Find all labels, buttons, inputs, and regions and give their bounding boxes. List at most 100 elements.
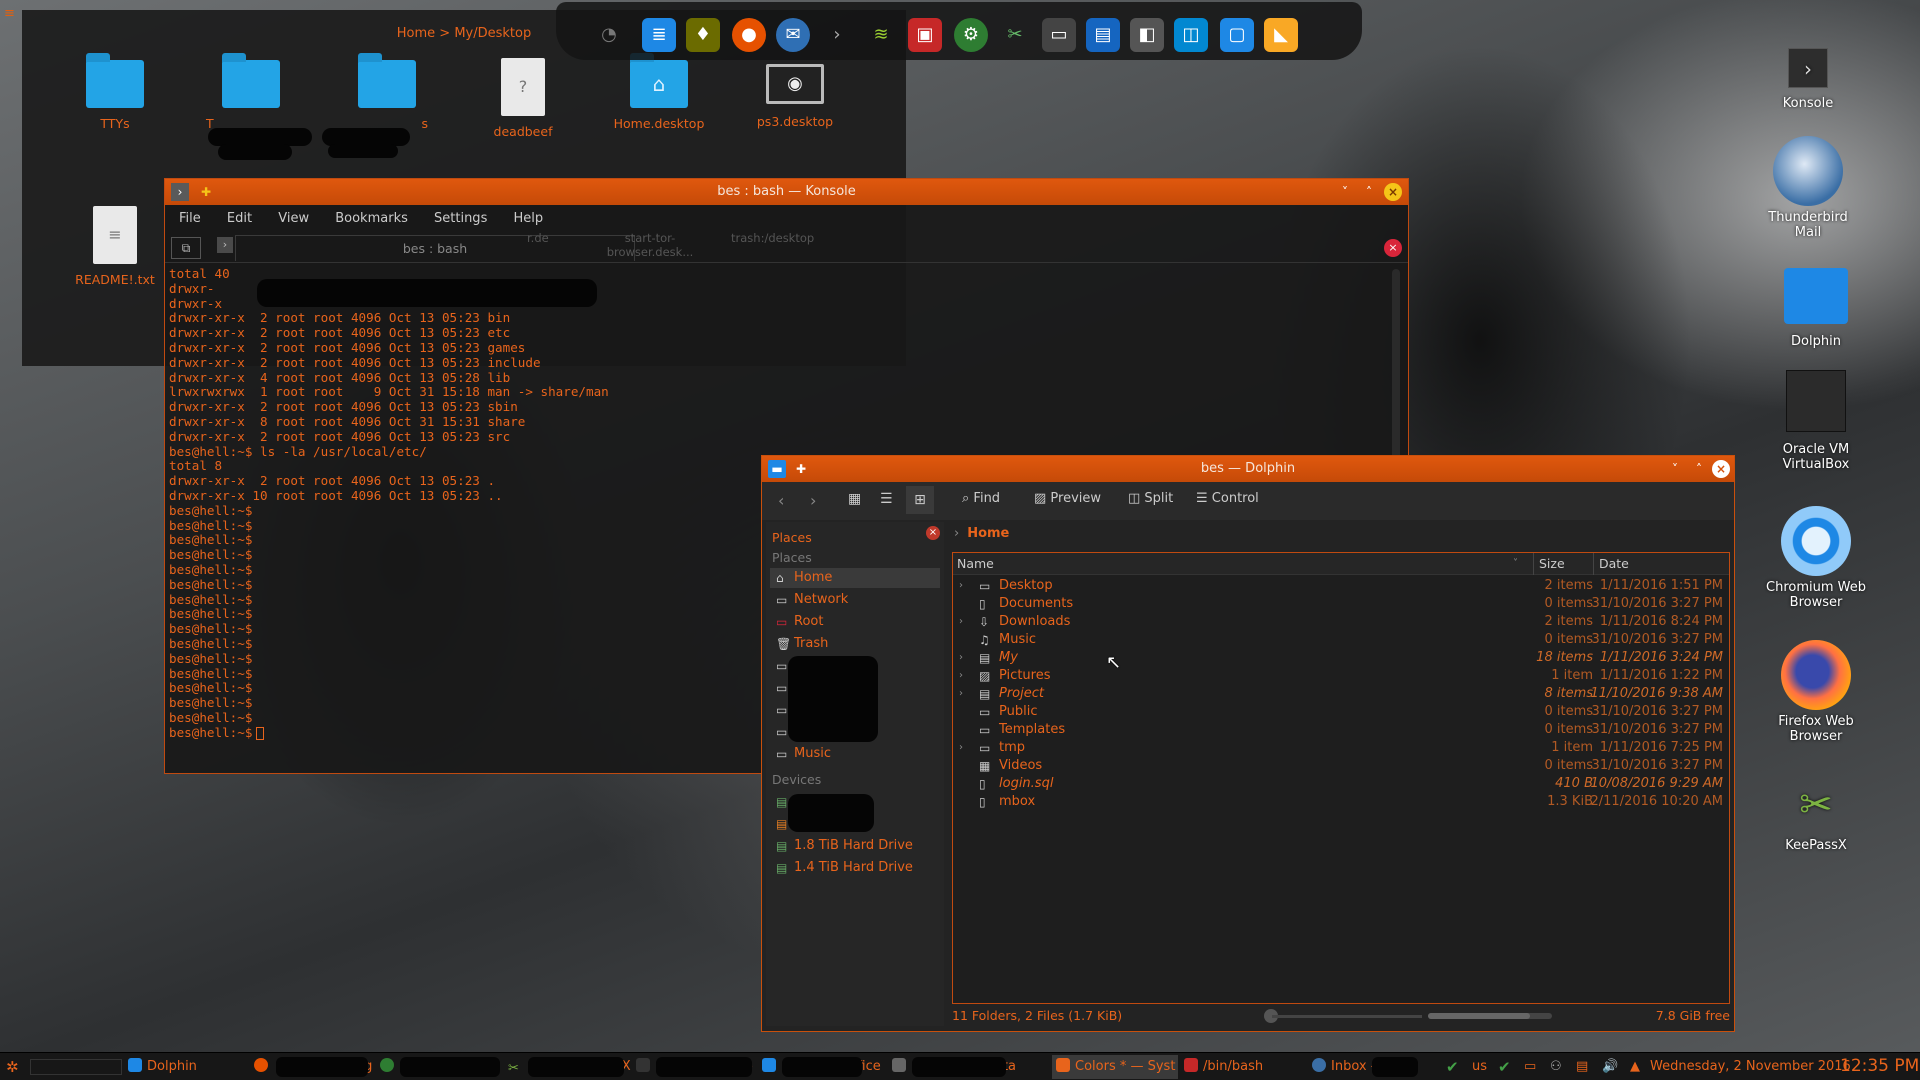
menu-view[interactable]: View [278, 211, 309, 226]
task-bash[interactable]: /bin/bash [1184, 1057, 1306, 1077]
firefox-icon[interactable]: ● [732, 18, 766, 52]
terminal-line: drwxr-xr-x 2 root root 4096 Oct 13 05:23… [169, 399, 518, 415]
dolphin-app-icon[interactable]: ▬ [768, 460, 786, 478]
desktop-icon-keepassx[interactable]: ✂ KeePassX [1756, 780, 1876, 853]
desktop-icon-konsole[interactable]: › Konsole [1748, 48, 1868, 111]
swirl-icon[interactable]: ◔ [592, 18, 626, 52]
places-item-trash[interactable]: 🗑 Trash [770, 634, 940, 654]
display-icon[interactable]: ▭ [1042, 18, 1076, 52]
clock-time[interactable]: 12:35 PM [1840, 1054, 1919, 1078]
new-tab-icon[interactable]: ⧉ [171, 237, 201, 259]
chevron-right-icon[interactable]: › [820, 18, 854, 52]
app-launcher-icon[interactable]: ✲ [6, 1057, 19, 1077]
close-tab-icon[interactable]: × [1384, 239, 1402, 257]
file-type-icon: ▯ [979, 795, 986, 809]
places-item-home[interactable]: ⌂ Home [770, 568, 940, 588]
back-icon[interactable]: ‹ [778, 491, 784, 510]
places-item-music[interactable]: ▭ Music [770, 744, 940, 764]
maximize-icon[interactable]: ˄ [1690, 460, 1708, 478]
desktop-menu-icon[interactable]: ≡ [4, 6, 20, 22]
sort-chevron-icon[interactable]: ˅ [1513, 553, 1518, 575]
device-item-1-8tib[interactable]: ▤ 1.8 TiB Hard Drive [770, 836, 940, 856]
close-icon[interactable]: × [1712, 460, 1730, 478]
volume-icon[interactable]: 🔊 [1602, 1057, 1618, 1077]
settings-icon[interactable]: ⚙ [954, 18, 988, 52]
menu-bookmarks[interactable]: Bookmarks [335, 211, 408, 226]
split-button[interactable]: ◫ Split [1128, 491, 1173, 506]
tab-menu-icon[interactable]: › [217, 237, 233, 253]
check-icon[interactable]: ✔ [1498, 1057, 1511, 1077]
clipboard-icon[interactable]: ▤ [1576, 1057, 1588, 1077]
column-name[interactable]: Name [957, 553, 994, 575]
dolphin-folder-icon [1784, 268, 1848, 324]
display-tray-icon[interactable]: ▭ [1524, 1057, 1536, 1077]
disk-icon[interactable]: ◧ [1130, 18, 1164, 52]
image-viewer-icon[interactable]: ♦ [686, 18, 720, 52]
folder-icon: ▭ [776, 747, 788, 761]
pin-icon[interactable]: ✚ [197, 183, 215, 201]
compact-view-icon[interactable]: ☰ [880, 491, 893, 507]
details-view-icon[interactable]: ⊞ [906, 486, 934, 514]
control-button[interactable]: ☰ Control [1196, 491, 1259, 506]
menu-help[interactable]: Help [513, 211, 543, 226]
pin-icon[interactable]: ✚ [792, 460, 810, 478]
chevron-down-icon[interactable]: ˅ [1336, 183, 1354, 201]
monitor-app-icon[interactable]: ▣ [908, 18, 942, 52]
konsole-titlebar[interactable]: › ✚ bes : bash — Konsole ˅ ˄ × [165, 179, 1408, 205]
chevron-down-icon[interactable]: ˅ [1666, 460, 1684, 478]
user-icon[interactable]: ⚇ [1550, 1057, 1562, 1077]
pager[interactable] [30, 1059, 122, 1075]
desktop-icon-thunderbird[interactable]: Thunderbird Mail [1748, 136, 1868, 240]
desktop-icon-dolphin[interactable]: Dolphin [1756, 268, 1876, 349]
menu-file[interactable]: File [179, 211, 201, 226]
file-row[interactable]: ▯ mbox 1.3 KiB 2/11/2016 10:20 AM [953, 791, 1729, 813]
desktop-icon-chromium[interactable]: Chromium Web Browser [1756, 506, 1876, 610]
thunderbird-icon[interactable]: ✉ [776, 18, 810, 52]
task-dolphin[interactable]: Dolphin [128, 1057, 248, 1077]
kdevelop-icon[interactable]: ◣ [1264, 18, 1298, 52]
icons-view-icon[interactable]: ▦ [848, 491, 861, 507]
file-manager-icon[interactable]: ▤ [1086, 18, 1120, 52]
places-item-network[interactable]: ▭ Network [770, 590, 940, 610]
date-text[interactable]: Wednesday, 2 November 2016 [1650, 1057, 1851, 1077]
desktop-icon-folder-3[interactable]: s [332, 53, 442, 131]
file-list-view[interactable]: Name ˅ Size Date › ▭ Desktop 2 items 1/11/20… [952, 552, 1730, 1004]
redacted-area [912, 1057, 1006, 1077]
menu-edit[interactable]: Edit [227, 211, 252, 226]
keyboard-layout[interactable]: us [1472, 1057, 1487, 1077]
close-icon[interactable]: × [1384, 183, 1402, 201]
desktop-icon-ps3[interactable]: ◉ ps3.desktop [740, 60, 850, 129]
desktop-icon-virtualbox[interactable]: Oracle VM VirtualBox [1756, 370, 1876, 472]
desktop-icon-folder-2[interactable]: T [196, 53, 306, 131]
desktop-icon-readme[interactable]: ≡ README!.txt [60, 206, 170, 287]
desktop-icon-firefox[interactable]: Firefox Web Browser [1756, 640, 1876, 744]
terminal-line: lrwxrwxrwx 1 root root 9 Oct 31 15:18 ma… [169, 384, 609, 400]
text-editor-icon[interactable]: ≣ [642, 18, 676, 52]
wifi-icon[interactable]: ≋ [864, 18, 898, 52]
breadcrumb[interactable]: › Home [954, 522, 1009, 546]
update-ok-icon[interactable]: ✔ [1446, 1057, 1459, 1077]
expand-tray-icon[interactable]: ▲ [1630, 1057, 1640, 1077]
menu-settings[interactable]: Settings [434, 211, 487, 226]
folder-icon: ▭ [776, 659, 788, 673]
keepassx-icon[interactable]: ✂ [998, 18, 1032, 52]
desktop-icon-ttys[interactable]: TTYs [60, 53, 170, 131]
zoom-slider[interactable] [1272, 1015, 1422, 1018]
forward-icon[interactable]: › [810, 491, 816, 510]
column-size[interactable]: Size [1539, 553, 1565, 575]
folder-app-icon[interactable]: ▢ [1220, 18, 1254, 52]
places-item-root[interactable]: ▭ Root [770, 612, 940, 632]
dolphin-titlebar[interactable]: ▬ ✚ bes — Dolphin ˅ ˄ × [762, 456, 1734, 482]
maximize-icon[interactable]: ˄ [1360, 183, 1378, 201]
task-colors[interactable]: Colors * — Syst [1052, 1055, 1178, 1079]
slideshow-icon[interactable]: ◫ [1174, 18, 1208, 52]
desktop-icon-deadbeef[interactable]: ? deadbeef [468, 58, 578, 139]
desktop-icon-home[interactable]: ⌂ Home.desktop [604, 53, 714, 131]
menu-icon[interactable]: › [171, 183, 189, 201]
device-item-1-4tib[interactable]: ▤ 1.4 TiB Hard Drive [770, 858, 940, 878]
column-date[interactable]: Date [1599, 553, 1629, 575]
close-panel-icon[interactable]: × [926, 526, 940, 540]
preview-button[interactable]: ▨ Preview [1034, 491, 1101, 506]
konsole-tab[interactable]: bes : bash [235, 235, 635, 261]
find-button[interactable]: ⌕ Find [962, 491, 1000, 506]
